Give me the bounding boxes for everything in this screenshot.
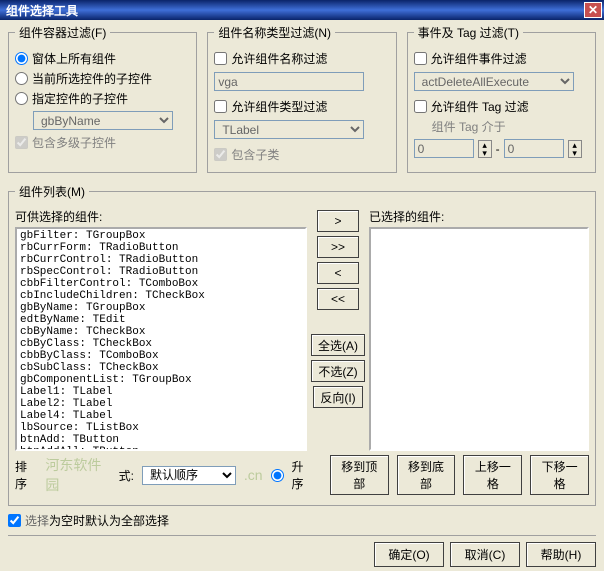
list-item[interactable]: cbbFilterControl: TComboBox [18,278,304,290]
list-item[interactable]: gbByName: TGroupBox [18,302,304,314]
cb-include-children-label: 包含多级子控件 [32,134,116,151]
move-bottom-button[interactable]: 移到底部 [397,455,456,495]
list-item[interactable]: Label2: TLabel [18,398,304,410]
asc-label: 升序 [292,458,314,492]
list-item[interactable]: gbFilter: TGroupBox [18,230,304,242]
type-filter-combo[interactable]: TLabel [214,120,364,139]
ok-button[interactable]: 确定(O) [374,542,444,567]
invert-button[interactable]: 反向(I) [313,386,362,408]
list-item[interactable]: Label1: TLabel [18,386,304,398]
title-bar: 组件选择工具 ✕ [0,0,604,20]
available-listbox[interactable]: gbFilter: TGroupBoxrbCurrForm: TRadioBut… [15,227,307,451]
filter-container-legend: 组件容器过滤(F) [15,24,110,41]
list-item[interactable]: lbSource: TListBox [18,422,304,434]
add-button[interactable]: > [317,210,359,232]
cb-subclass-label: 包含子类 [231,146,279,163]
name-filter-input[interactable] [214,72,364,91]
cb-event-label: 允许组件事件过滤 [431,50,527,67]
remove-all-button[interactable]: << [317,288,359,310]
filter-container-group: 组件容器过滤(F) 窗体上所有组件 当前所选控件的子控件 指定控件的子控件 gb… [8,24,197,173]
cb-type-label: 允许组件类型过滤 [231,98,327,115]
help-button[interactable]: 帮助(H) [526,542,596,567]
watermark-suffix: .cn [244,467,263,483]
control-combo[interactable]: gbByName [33,111,173,130]
list-item[interactable]: rbSpecControl: TRadioButton [18,266,304,278]
available-label: 可供选择的组件: [15,208,307,225]
dialog-content: 组件容器过滤(F) 窗体上所有组件 当前所选控件的子控件 指定控件的子控件 gb… [0,20,604,571]
list-item[interactable]: cbByClass: TCheckBox [18,338,304,350]
sort-combo[interactable]: 默认顺序 [142,466,236,485]
filter-event-group: 事件及 Tag 过滤(T) 允许组件事件过滤 actDeleteAllExecu… [407,24,596,173]
dash-label: - [496,142,500,156]
updown-icon[interactable]: ▴▾ [568,140,582,158]
select-all-button[interactable]: 全选(A) [311,334,365,356]
cb-default-pre: 选择 [25,514,49,528]
selected-listbox[interactable] [369,227,589,451]
list-item[interactable]: rbCurrForm: TRadioButton [18,242,304,254]
filter-name-group: 组件名称类型过滤(N) 允许组件名称过滤 允许组件类型过滤 TLabel 包含子… [207,24,396,173]
event-filter-combo[interactable]: actDeleteAllExecute [414,72,574,91]
component-list-legend: 组件列表(M) [15,183,89,200]
add-all-button[interactable]: >> [317,236,359,258]
cb-allow-type-filter[interactable] [214,100,227,113]
component-list-group: 组件列表(M) 可供选择的组件: gbFilter: TGroupBoxrbCu… [8,183,596,506]
list-item[interactable]: Label4: TLabel [18,410,304,422]
cancel-button[interactable]: 取消(C) [450,542,520,567]
filter-name-legend: 组件名称类型过滤(N) [214,24,335,41]
radio-specified-label: 指定控件的子控件 [32,90,128,107]
radio-current-label: 当前所选控件的子控件 [32,70,152,87]
sort-label-pre: 排序 [15,458,37,492]
close-icon[interactable]: ✕ [584,2,602,18]
select-none-button[interactable]: 不选(Z) [311,360,364,382]
sort-label-post: 式: [119,467,134,484]
cb-default-post: 为空时默认为全部选择 [49,512,169,529]
list-item[interactable]: btnAdd: TButton [18,434,304,446]
list-item[interactable]: btnAddAll: TButton [18,446,304,451]
radio-ascending[interactable] [271,469,284,482]
cb-include-subclass [214,148,227,161]
list-item[interactable]: cbByName: TCheckBox [18,326,304,338]
list-item[interactable]: cbIncludeChildren: TCheckBox [18,290,304,302]
move-up-button[interactable]: 上移一格 [463,455,522,495]
filter-event-legend: 事件及 Tag 过滤(T) [414,24,523,41]
updown-icon[interactable]: ▴▾ [478,140,492,158]
list-item[interactable]: gbComponentList: TGroupBox [18,374,304,386]
move-top-button[interactable]: 移到顶部 [330,455,389,495]
selected-label: 已选择的组件: [369,208,589,225]
window-title: 组件选择工具 [2,2,78,19]
cb-include-children [15,136,28,149]
radio-all-label: 窗体上所有组件 [32,50,116,67]
tag-from-input[interactable] [414,139,474,158]
list-item[interactable]: edtByName: TEdit [18,314,304,326]
list-item[interactable]: rbCurrControl: TRadioButton [18,254,304,266]
cb-allow-event-filter[interactable] [414,52,427,65]
list-item[interactable]: cbbByClass: TComboBox [18,350,304,362]
tag-range-label: 组件 Tag 介于 [414,118,589,135]
cb-allow-tag-filter[interactable] [414,100,427,113]
cb-tag-label: 允许组件 Tag 过滤 [431,98,529,115]
cb-default-all[interactable] [8,514,21,527]
cb-allow-name-filter[interactable] [214,52,227,65]
radio-specified-children[interactable] [15,92,28,105]
tag-to-input[interactable] [504,139,564,158]
move-down-button[interactable]: 下移一格 [530,455,589,495]
remove-button[interactable]: < [317,262,359,284]
radio-current-children[interactable] [15,72,28,85]
cb-name-label: 允许组件名称过滤 [231,50,327,67]
radio-all-on-form[interactable] [15,52,28,65]
list-item[interactable]: cbSubClass: TCheckBox [18,362,304,374]
watermark-text: 河东软件园 [45,455,110,495]
